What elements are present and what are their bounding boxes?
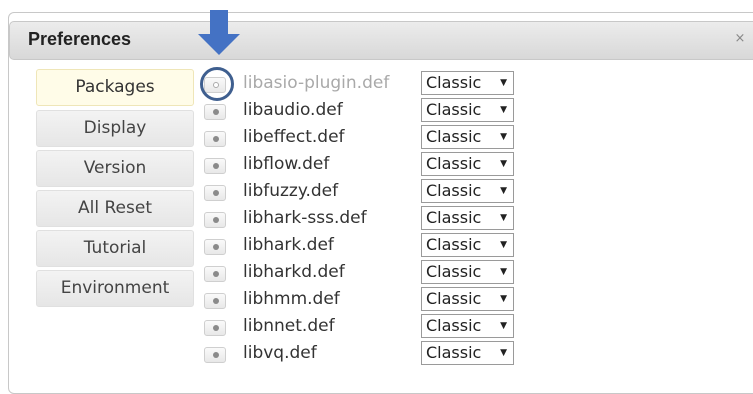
package-mode-select[interactable]: Classic ▼ [421, 341, 514, 365]
package-name: libasio-plugin.def [243, 73, 390, 93]
dropdown-caret-icon: ▼ [500, 78, 507, 88]
package-radio[interactable] [204, 104, 226, 120]
package-mode-select[interactable]: Classic ▼ [421, 206, 514, 230]
tab-all-reset[interactable]: All Reset [36, 190, 194, 227]
tab-environment[interactable]: Environment [36, 270, 194, 307]
package-mode-select[interactable]: Classic ▼ [421, 287, 514, 311]
select-value: Classic [426, 181, 482, 200]
select-value: Classic [426, 208, 482, 227]
package-radio[interactable] [204, 239, 226, 255]
package-mode-select[interactable]: Classic ▼ [421, 233, 514, 257]
package-mode-select[interactable]: Classic ▼ [421, 260, 514, 284]
package-radio[interactable] [204, 185, 226, 201]
package-radio[interactable] [204, 266, 226, 282]
close-icon[interactable]: × [733, 32, 747, 46]
select-value: Classic [426, 235, 482, 254]
package-name: libnnet.def [243, 316, 335, 336]
select-value: Classic [426, 262, 482, 281]
select-value: Classic [426, 343, 482, 362]
package-mode-select[interactable]: Classic ▼ [421, 152, 514, 176]
package-radio[interactable] [204, 131, 226, 147]
tab-tutorial[interactable]: Tutorial [36, 230, 194, 267]
package-name: libhmm.def [243, 289, 340, 309]
select-value: Classic [426, 73, 482, 92]
package-mode-select[interactable]: Classic ▼ [421, 314, 514, 338]
package-radio[interactable] [204, 293, 226, 309]
package-name: libhark.def [243, 235, 334, 255]
package-mode-select[interactable]: Classic ▼ [421, 179, 514, 203]
annotation-circle [200, 67, 234, 101]
select-value: Classic [426, 316, 482, 335]
dropdown-caret-icon: ▼ [500, 267, 507, 277]
package-name: libvq.def [243, 343, 317, 363]
select-value: Classic [426, 154, 482, 173]
package-name: libflow.def [243, 154, 330, 174]
package-mode-select[interactable]: Classic ▼ [421, 71, 514, 95]
dropdown-caret-icon: ▼ [500, 132, 507, 142]
dropdown-caret-icon: ▼ [500, 294, 507, 304]
window-title: Preferences [28, 29, 132, 49]
package-radio[interactable] [204, 158, 226, 174]
package-mode-select[interactable]: Classic ▼ [421, 125, 514, 149]
dropdown-caret-icon: ▼ [500, 240, 507, 250]
package-mode-select[interactable]: Classic ▼ [421, 98, 514, 122]
tab-version[interactable]: Version [36, 150, 194, 187]
tab-packages[interactable]: Packages [36, 69, 194, 106]
package-radio[interactable] [204, 320, 226, 336]
dropdown-caret-icon: ▼ [500, 213, 507, 223]
dropdown-caret-icon: ▼ [500, 321, 507, 331]
package-name: libeffect.def [243, 127, 345, 147]
package-name: libharkd.def [243, 262, 345, 282]
dropdown-caret-icon: ▼ [500, 186, 507, 196]
annotation-arrow-icon [198, 10, 240, 55]
select-value: Classic [426, 289, 482, 308]
dropdown-caret-icon: ▼ [500, 105, 507, 115]
package-radio[interactable] [204, 347, 226, 363]
dropdown-caret-icon: ▼ [500, 159, 507, 169]
dropdown-caret-icon: ▼ [500, 348, 507, 358]
select-value: Classic [426, 127, 482, 146]
package-name: libhark-sss.def [243, 208, 367, 228]
package-radio[interactable] [204, 212, 226, 228]
package-name: libaudio.def [243, 100, 343, 120]
tab-display[interactable]: Display [36, 110, 194, 147]
package-name: libfuzzy.def [243, 181, 339, 201]
select-value: Classic [426, 100, 482, 119]
